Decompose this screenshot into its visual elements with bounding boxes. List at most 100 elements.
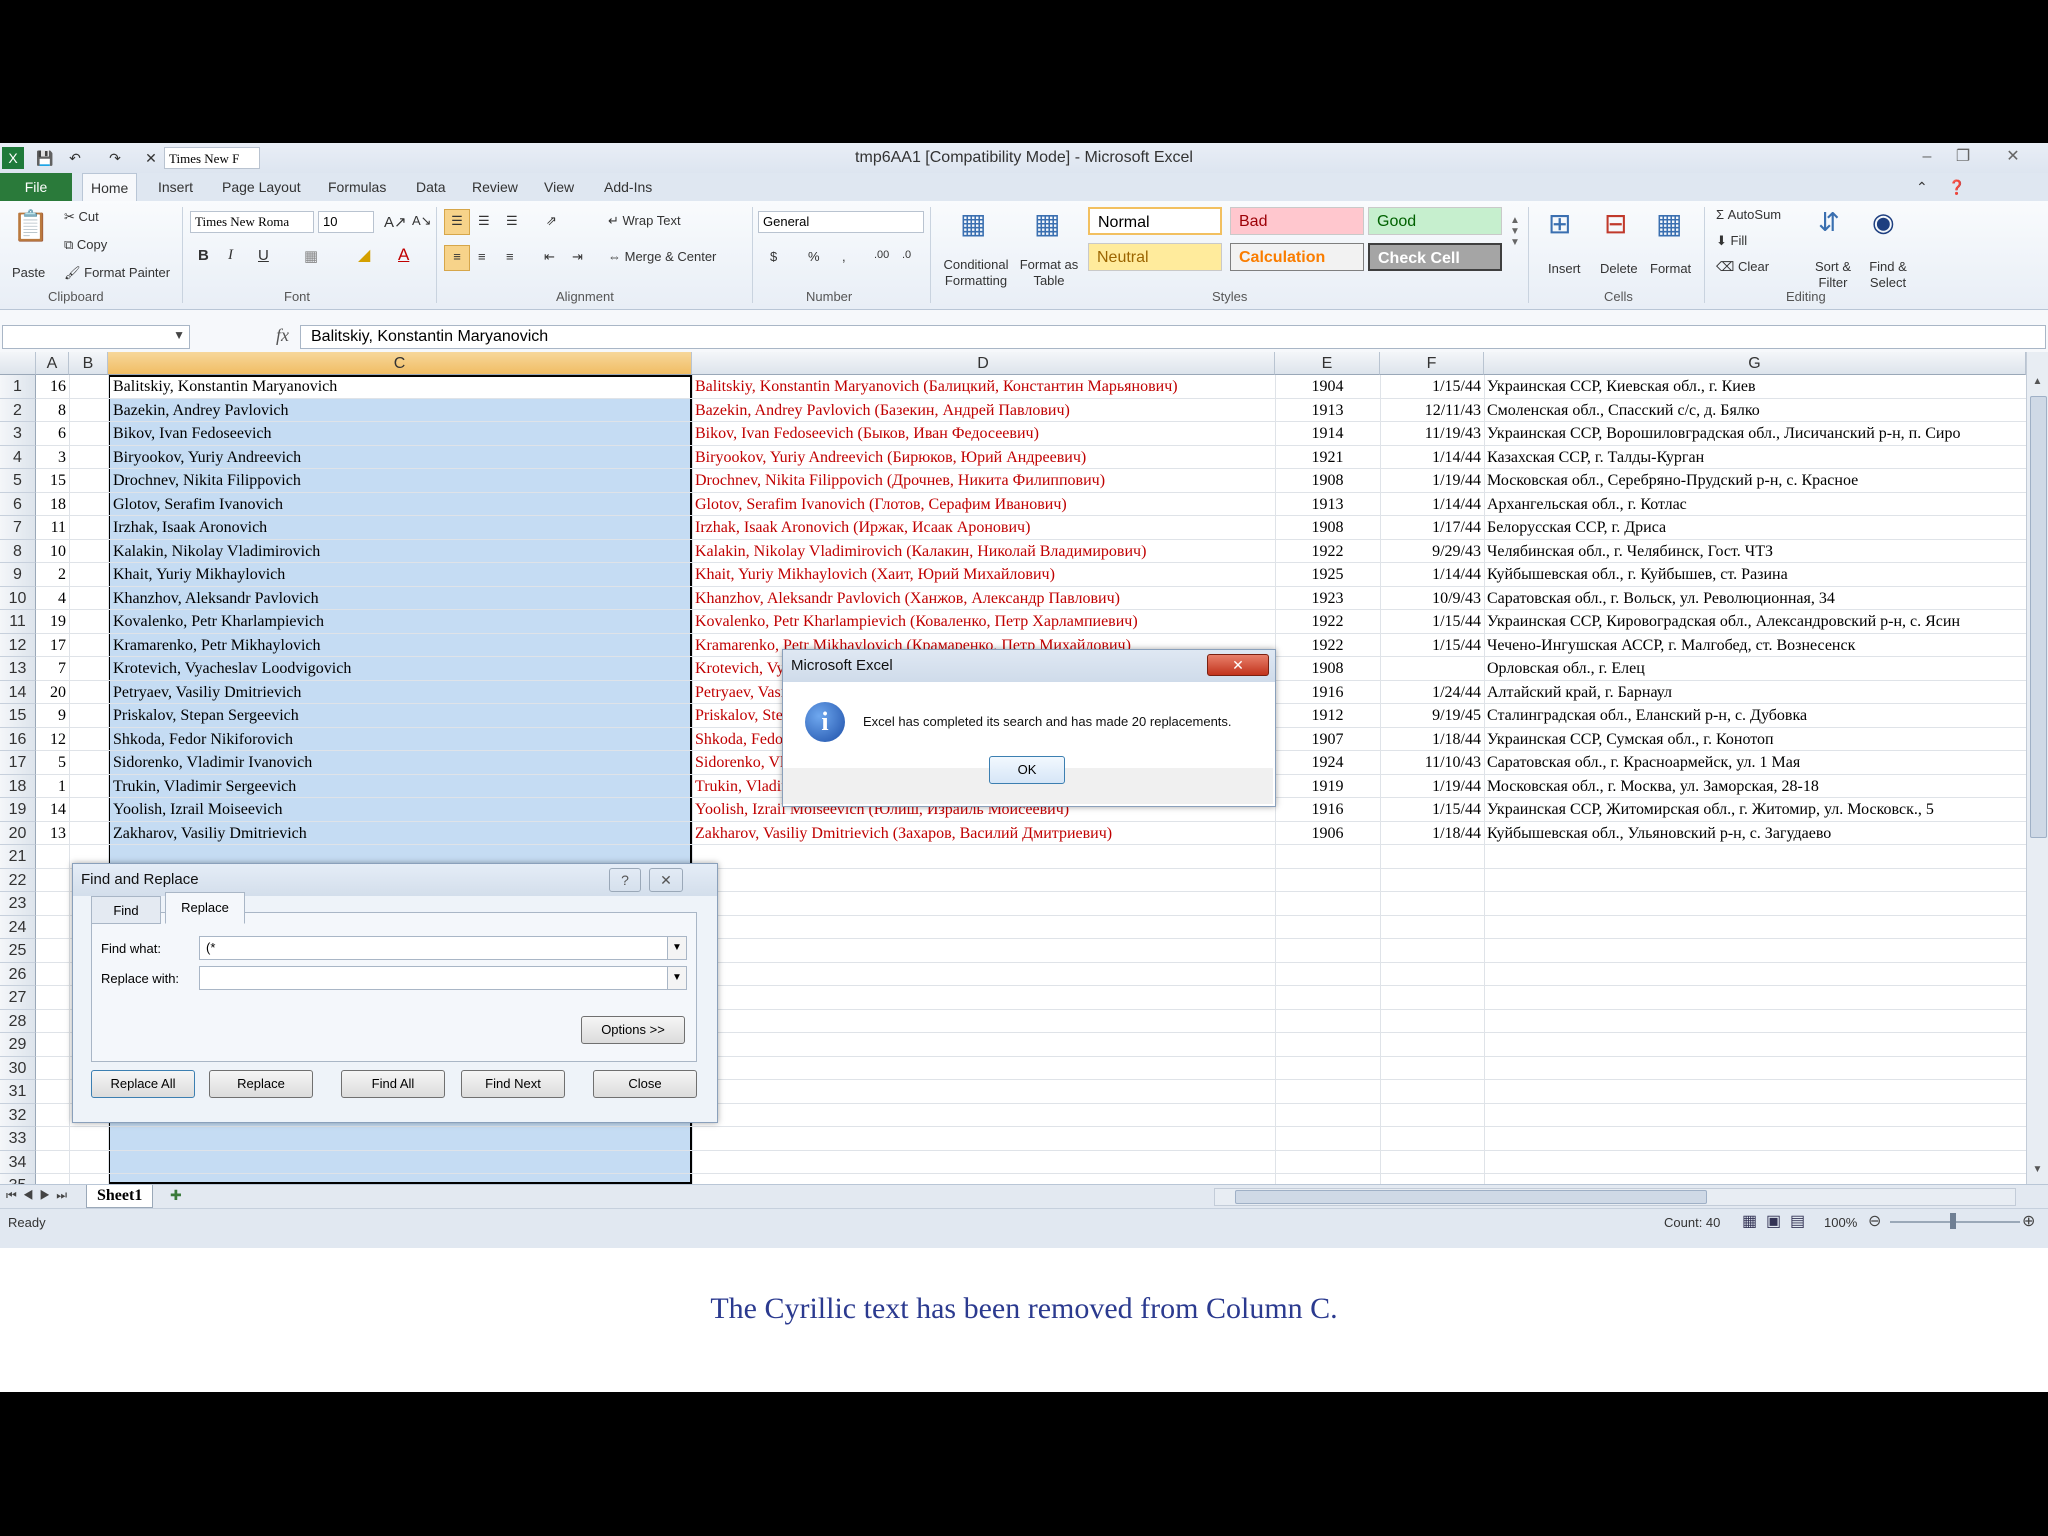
find-next-button[interactable]: Find Next xyxy=(461,1070,565,1098)
cell-c[interactable]: Drochnev, Nikita Filippovich xyxy=(110,469,692,493)
cell-d[interactable]: Kovalenko, Petr Kharlampievich (Коваленк… xyxy=(692,610,1275,634)
comma-icon[interactable]: , xyxy=(842,249,846,264)
row-header[interactable]: 26 xyxy=(0,962,36,986)
ribbon-minimize-icon[interactable]: ⌃ xyxy=(1908,173,1936,201)
row-header[interactable]: 6 xyxy=(0,492,36,516)
insert-function-icon[interactable]: fx xyxy=(276,325,289,346)
clear-button[interactable]: ⌫ Clear xyxy=(1716,259,1769,275)
cell-e[interactable]: 1922 xyxy=(1275,610,1380,634)
cell-f[interactable]: 1/18/44 xyxy=(1380,822,1484,846)
cell-e[interactable]: 1925 xyxy=(1275,563,1380,587)
cell-d[interactable]: Irzhak, Isaak Aronovich (Иржак, Исаак Ар… xyxy=(692,516,1275,540)
cell-e[interactable]: 1907 xyxy=(1275,728,1380,752)
cell-a[interactable]: 20 xyxy=(36,681,69,705)
horizontal-scrollbar[interactable] xyxy=(1214,1188,2016,1206)
format-painter-button[interactable]: 🖌 Format Painter xyxy=(64,265,170,281)
formula-bar-input[interactable]: Balitskiy, Konstantin Maryanovich xyxy=(300,325,2046,349)
cell-f[interactable]: 11/10/43 xyxy=(1380,751,1484,775)
cell-g[interactable]: Архангельская обл., г. Котлас xyxy=(1484,493,2026,517)
cell-c[interactable]: Kramarenko, Petr Mikhaylovich xyxy=(110,634,692,658)
cell-e[interactable]: 1913 xyxy=(1275,399,1380,423)
cell-c[interactable]: Kovalenko, Petr Kharlampievich xyxy=(110,610,692,634)
column-header-d[interactable]: D xyxy=(692,352,1275,375)
align-right-icon[interactable]: ≡ xyxy=(506,249,514,264)
cell-g[interactable]: Сталинградская обл., Еланский р-н, с. Ду… xyxy=(1484,704,2026,728)
help-icon[interactable]: ❓ xyxy=(1940,173,1973,201)
tab-data[interactable]: Data xyxy=(408,173,454,201)
vertical-scrollbar[interactable]: ▲ ▼ xyxy=(2026,352,2048,1184)
cell-g[interactable]: Украинская ССР, Житомирская обл., г. Жит… xyxy=(1484,798,2026,822)
tab-formulas[interactable]: Formulas xyxy=(320,173,394,201)
row-header[interactable]: 13 xyxy=(0,657,36,681)
help-icon[interactable]: ? xyxy=(609,868,641,892)
normal-view-icon[interactable]: ▦ xyxy=(1742,1211,1757,1231)
cell-e[interactable]: 1914 xyxy=(1275,422,1380,446)
tab-page-layout[interactable]: Page Layout xyxy=(214,173,309,201)
cell-e[interactable]: 1904 xyxy=(1275,375,1380,399)
zoom-slider-thumb[interactable] xyxy=(1950,1213,1956,1229)
cell-g[interactable]: Украинская ССР, Сумская обл., г. Конотоп xyxy=(1484,728,2026,752)
cell-e[interactable]: 1908 xyxy=(1275,516,1380,540)
cell-f[interactable]: 12/11/43 xyxy=(1380,399,1484,423)
row-header[interactable]: 12 xyxy=(0,633,36,657)
font-color-icon[interactable]: A xyxy=(398,245,409,265)
autosum-button[interactable]: Σ AutoSum xyxy=(1716,207,1781,222)
styles-scroll-icon[interactable]: ▲ ▼ ▼ xyxy=(1510,215,1520,248)
cell-e[interactable]: 1923 xyxy=(1275,587,1380,611)
cell-a[interactable]: 7 xyxy=(36,657,69,681)
cell-f[interactable]: 1/15/44 xyxy=(1380,798,1484,822)
cell-e[interactable]: 1919 xyxy=(1275,775,1380,799)
align-middle-icon[interactable]: ☰ xyxy=(478,213,490,229)
row-header[interactable]: 7 xyxy=(0,516,36,540)
cell-f[interactable]: 1/14/44 xyxy=(1380,446,1484,470)
paste-button[interactable]: Paste xyxy=(12,265,45,280)
cell-f[interactable]: 1/24/44 xyxy=(1380,681,1484,705)
cell-c[interactable]: Khait, Yuriy Mikhaylovich xyxy=(110,563,692,587)
name-box[interactable]: ▼ xyxy=(2,325,190,349)
wrap-text-button[interactable]: ↵ Wrap Text xyxy=(608,213,681,229)
chevron-down-icon[interactable]: ▼ xyxy=(667,936,687,960)
cell-d[interactable]: Biryookov, Yuriy Andreevich (Бирюков, Юр… xyxy=(692,446,1275,470)
close-icon[interactable]: ✕ xyxy=(1207,654,1269,676)
cell-g[interactable]: Украинская ССР, Киевская обл., г. Киев xyxy=(1484,375,2026,399)
tab-add-ins[interactable]: Add-Ins xyxy=(596,173,660,201)
style-calculation[interactable]: Calculation xyxy=(1230,243,1364,271)
tab-insert[interactable]: Insert xyxy=(150,173,201,201)
options-button[interactable]: Options >> xyxy=(581,1016,685,1044)
cell-f[interactable]: 1/19/44 xyxy=(1380,775,1484,799)
orientation-icon[interactable]: ⇗ xyxy=(546,213,557,229)
cell-a[interactable]: 12 xyxy=(36,728,69,752)
cell-a[interactable]: 8 xyxy=(36,399,69,423)
cell-c[interactable]: Zakharov, Vasiliy Dmitrievich xyxy=(110,822,692,846)
column-header-a[interactable]: A xyxy=(36,352,69,375)
row-header[interactable]: 27 xyxy=(0,986,36,1010)
chevron-down-icon[interactable]: ▼ xyxy=(173,328,185,342)
row-header[interactable]: 16 xyxy=(0,727,36,751)
font-size-select[interactable]: 10 xyxy=(318,211,374,233)
row-header[interactable]: 34 xyxy=(0,1150,36,1174)
cell-a[interactable]: 19 xyxy=(36,610,69,634)
cell-f[interactable]: 1/14/44 xyxy=(1380,563,1484,587)
cell-g[interactable]: Украинская ССР, Кировоградская обл., Але… xyxy=(1484,610,2026,634)
find-all-button[interactable]: Find All xyxy=(341,1070,445,1098)
cell-e[interactable]: 1908 xyxy=(1275,657,1380,681)
cell-c[interactable]: Sidorenko, Vladimir Ivanovich xyxy=(110,751,692,775)
sort-filter-button[interactable]: Sort & Filter xyxy=(1808,259,1858,291)
font-name-select[interactable]: Times New Roma xyxy=(190,211,314,233)
fill-color-icon[interactable]: ◢ xyxy=(358,245,370,265)
row-header[interactable]: 29 xyxy=(0,1033,36,1057)
cell-g[interactable]: Орловская обл., г. Елец xyxy=(1484,657,2026,681)
cell-d[interactable]: Bazekin, Andrey Pavlovich (Базекин, Андр… xyxy=(692,399,1275,423)
cell-f[interactable]: 1/15/44 xyxy=(1380,610,1484,634)
cell-g[interactable]: Московская обл., Серебряно-Прудский р-н,… xyxy=(1484,469,2026,493)
cell-e[interactable]: 1906 xyxy=(1275,822,1380,846)
cell-c[interactable]: Shkoda, Fedor Nikiforovich xyxy=(110,728,692,752)
row-header[interactable]: 4 xyxy=(0,445,36,469)
cell-g[interactable]: Украинская ССР, Ворошиловградская обл., … xyxy=(1484,422,2026,446)
tab-review[interactable]: Review xyxy=(464,173,526,201)
zoom-in-icon[interactable]: ⊕ xyxy=(2022,1211,2035,1231)
cell-d[interactable]: Zakharov, Vasiliy Dmitrievich (Захаров, … xyxy=(692,822,1275,846)
cell-a[interactable]: 17 xyxy=(36,634,69,658)
cell-e[interactable]: 1922 xyxy=(1275,634,1380,658)
cell-a[interactable]: 3 xyxy=(36,446,69,470)
